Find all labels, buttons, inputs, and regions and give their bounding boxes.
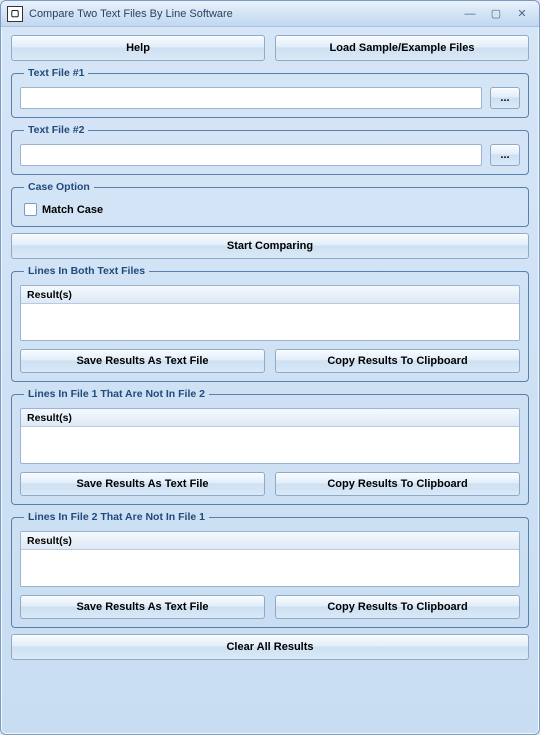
titlebar: ▢ Compare Two Text Files By Line Softwar…: [1, 1, 539, 27]
file2-legend: Text File #2: [24, 124, 88, 136]
both-save-text-button[interactable]: Save Results As Text File: [20, 349, 265, 373]
close-button[interactable]: ✕: [511, 6, 533, 22]
load-sample-button[interactable]: Load Sample/Example Files: [275, 35, 529, 61]
maximize-button[interactable]: ▢: [485, 6, 507, 22]
file1-browse-button[interactable]: ...: [490, 87, 520, 109]
only-file2-group: Lines In File 2 That Are Not In File 1 R…: [11, 511, 529, 628]
client-area: Help Load Sample/Example Files Text File…: [1, 27, 539, 734]
start-comparing-button[interactable]: Start Comparing: [11, 233, 529, 259]
only2-save-text-button[interactable]: Save Results As Text File: [20, 595, 265, 619]
file2-group: Text File #2 ...: [11, 124, 529, 175]
match-case-checkbox[interactable]: [24, 203, 37, 216]
minimize-button[interactable]: —: [459, 6, 481, 22]
only1-results-list[interactable]: Result(s): [20, 408, 520, 464]
window-title: Compare Two Text Files By Line Software: [29, 8, 459, 20]
both-files-group: Lines In Both Text Files Result(s) Save …: [11, 265, 529, 382]
only-file1-legend: Lines In File 1 That Are Not In File 2: [24, 388, 209, 400]
only1-copy-clipboard-button[interactable]: Copy Results To Clipboard: [275, 472, 520, 496]
only-file1-group: Lines In File 1 That Are Not In File 2 R…: [11, 388, 529, 505]
file2-browse-button[interactable]: ...: [490, 144, 520, 166]
only1-results-header: Result(s): [21, 409, 519, 427]
both-files-legend: Lines In Both Text Files: [24, 265, 149, 277]
only2-copy-clipboard-button[interactable]: Copy Results To Clipboard: [275, 595, 520, 619]
window-controls: — ▢ ✕: [459, 6, 533, 22]
help-button[interactable]: Help: [11, 35, 265, 61]
only2-results-header: Result(s): [21, 532, 519, 550]
both-results-list[interactable]: Result(s): [20, 285, 520, 341]
case-option-legend: Case Option: [24, 181, 94, 193]
app-icon: ▢: [7, 6, 23, 22]
file2-input[interactable]: [20, 144, 482, 166]
both-copy-clipboard-button[interactable]: Copy Results To Clipboard: [275, 349, 520, 373]
only1-save-text-button[interactable]: Save Results As Text File: [20, 472, 265, 496]
app-window: ▢ Compare Two Text Files By Line Softwar…: [0, 0, 540, 735]
clear-all-results-button[interactable]: Clear All Results: [11, 634, 529, 660]
both-results-header: Result(s): [21, 286, 519, 304]
match-case-label: Match Case: [42, 204, 103, 216]
only-file2-legend: Lines In File 2 That Are Not In File 1: [24, 511, 209, 523]
only2-results-list[interactable]: Result(s): [20, 531, 520, 587]
file1-legend: Text File #1: [24, 67, 88, 79]
file1-group: Text File #1 ...: [11, 67, 529, 118]
case-option-group: Case Option Match Case: [11, 181, 529, 227]
file1-input[interactable]: [20, 87, 482, 109]
